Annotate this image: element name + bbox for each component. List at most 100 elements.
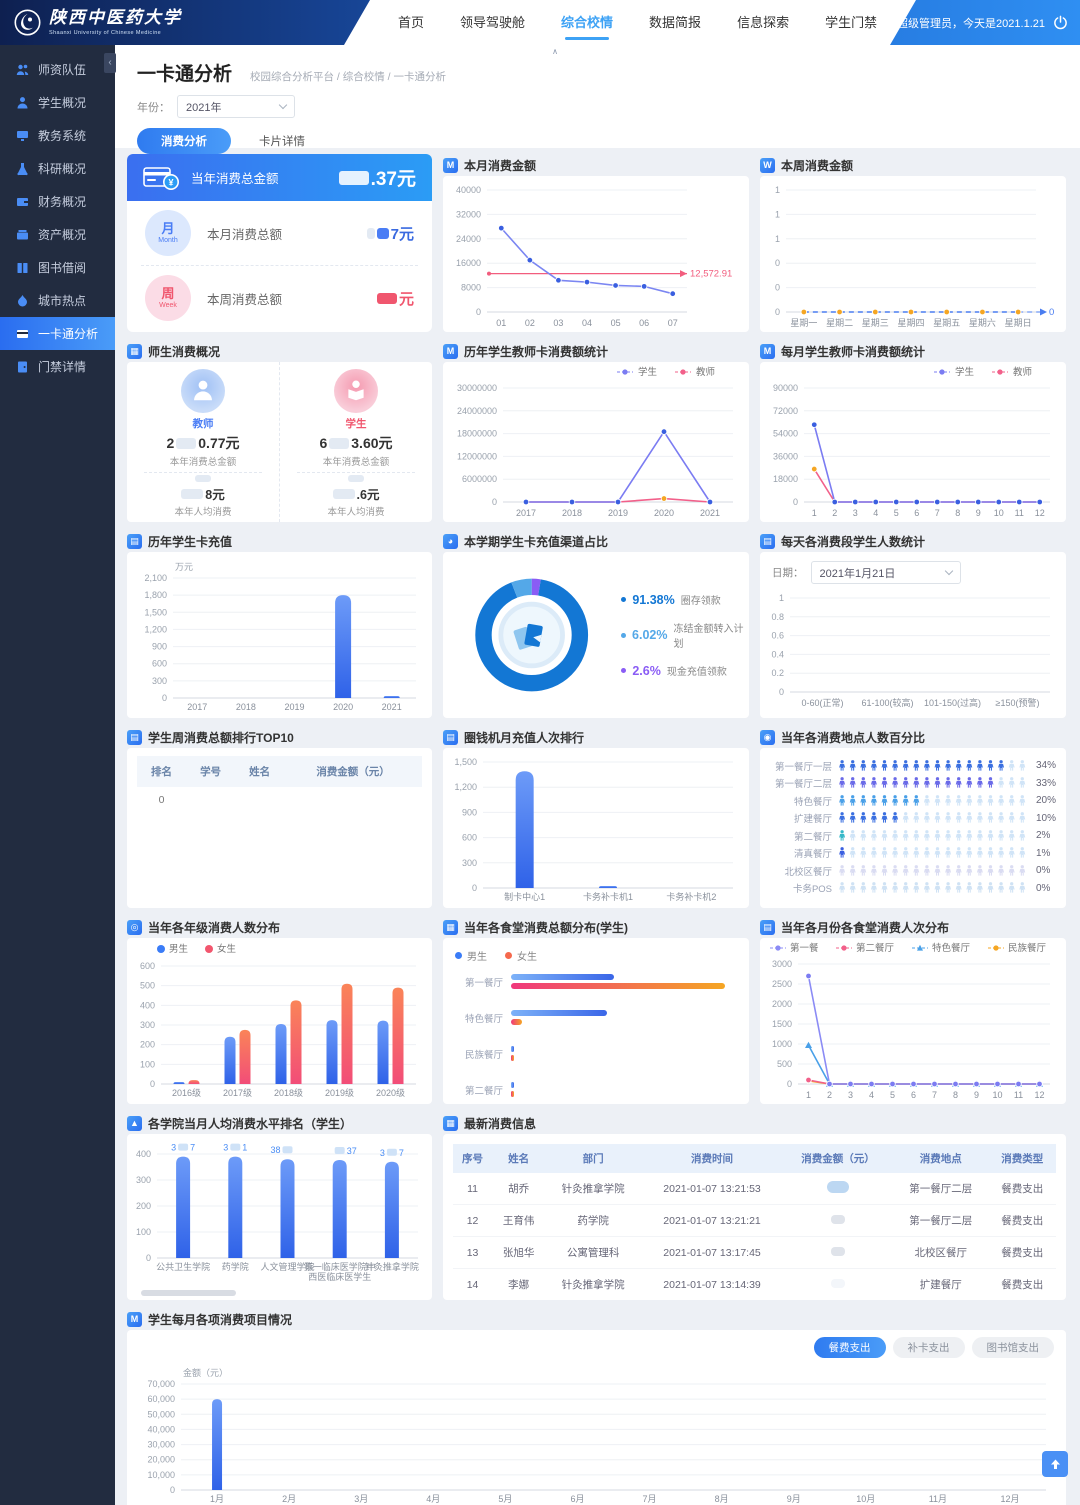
svg-text:50,000: 50,000 xyxy=(147,1409,175,1419)
svg-text:2020: 2020 xyxy=(654,508,674,518)
nav-item-领导驾驶舱[interactable]: 领导驾驶舱 xyxy=(460,0,525,45)
rank-icon: ▲ xyxy=(127,1116,142,1131)
month-total-label: 本月消费总额 xyxy=(207,224,367,243)
donut-legend: 91.38%圈存领款6.02%冻结金额转入计划2.6%现金充值领款 xyxy=(621,592,749,678)
college-ranking-bar-chart: 0100200300400公共卫生学院药学院人文管理学院第一临床医学院中西医临床… xyxy=(127,1134,432,1286)
sidebar-item-科研概况[interactable]: 科研概况 xyxy=(0,152,115,185)
svg-text:9月: 9月 xyxy=(787,1494,801,1504)
back-to-top-button[interactable] xyxy=(1042,1451,1068,1477)
svg-text:100: 100 xyxy=(136,1227,151,1237)
table-row: 0 xyxy=(137,787,422,813)
nav-item-学生门禁[interactable]: 学生门禁 xyxy=(825,0,877,45)
arrow-up-icon xyxy=(1049,1458,1062,1471)
svg-text:3: 3 xyxy=(848,1090,853,1100)
student-label: 学生 xyxy=(346,416,367,431)
weekly-top10-table: 排名学号姓名消费金额（元）0 xyxy=(127,748,432,813)
svg-text:1,800: 1,800 xyxy=(144,590,167,600)
sidebar-item-财务概况[interactable]: 财务概况 xyxy=(0,185,115,218)
widget-recharge-channels: ◕本学期学生卡充值渠道占比 91.38%圈存领款6.02%冻结金额转入计划2.6… xyxy=(443,530,749,718)
sidebar-item-城市热点[interactable]: 城市热点 xyxy=(0,284,115,317)
svg-text:1,200: 1,200 xyxy=(454,782,477,792)
year-select[interactable]: 2021年 xyxy=(177,95,295,118)
people-icon: ◉ xyxy=(760,730,775,745)
week-total-label: 本周消费总额 xyxy=(207,289,377,308)
yearly-recharge-bar-chart: 03006009001,2001,5001,8002,100万元20172018… xyxy=(127,552,432,718)
sidebar-item-教务系统[interactable]: 教务系统 xyxy=(0,119,115,152)
svg-text:≥150(预警): ≥150(预警) xyxy=(996,697,1040,708)
svg-text:10: 10 xyxy=(992,1090,1002,1100)
svg-text:10,000: 10,000 xyxy=(147,1470,175,1480)
date-select[interactable]: 2021年1月21日 xyxy=(811,561,961,584)
svg-text:0: 0 xyxy=(476,307,481,317)
svg-text:6: 6 xyxy=(914,508,919,518)
card-icon: ▤ xyxy=(443,730,458,745)
nav-item-首页[interactable]: 首页 xyxy=(398,0,424,45)
sidebar-item-一卡通分析[interactable]: 一卡通分析 xyxy=(0,317,115,350)
logout-power-icon[interactable] xyxy=(1053,15,1068,30)
calendar-m-icon: M xyxy=(760,344,775,359)
widget-monthly-expense: M学生每月各项消费项目情况 餐费支出补卡支出图书馆支出 010,00020,00… xyxy=(127,1308,1066,1505)
svg-text:38: 38 xyxy=(270,1145,280,1155)
svg-text:金额（元）: 金额（元） xyxy=(183,1367,228,1378)
grade-distribution-bar-chart: 01002003004005006002016级2017级2018级2019级2… xyxy=(127,938,432,1104)
date-label: 日期： xyxy=(772,565,804,580)
sidebar-item-label: 资产概况 xyxy=(38,226,86,243)
table-header: 消费金额（元） xyxy=(783,1144,893,1173)
teacher-label: 教师 xyxy=(193,416,214,431)
sidebar-item-学生概况[interactable]: 学生概况 xyxy=(0,86,115,119)
calendar-m-icon: M xyxy=(127,1312,142,1327)
sidebar-item-图书借阅[interactable]: 图书借阅 xyxy=(0,251,115,284)
svg-text:600: 600 xyxy=(462,833,477,843)
week-total-row: 周Week 本周消费总额 元 xyxy=(127,266,432,330)
svg-text:6月: 6月 xyxy=(570,1494,584,1504)
sidebar-item-资产概况[interactable]: 资产概况 xyxy=(0,218,115,251)
table-header: 序号 xyxy=(453,1144,492,1173)
expense-button-图书馆支出[interactable]: 图书馆支出 xyxy=(972,1337,1055,1358)
svg-text:2017: 2017 xyxy=(187,702,207,712)
university-brand[interactable]: 陕西中医药大学 Shaanxi University of Chinese Me… xyxy=(14,0,182,45)
expense-button-补卡支出[interactable]: 补卡支出 xyxy=(893,1337,965,1358)
svg-text:02: 02 xyxy=(525,318,535,328)
tab-消费分析[interactable]: 消费分析 xyxy=(137,128,231,154)
svg-text:200: 200 xyxy=(140,1040,155,1050)
svg-text:1: 1 xyxy=(806,1090,811,1100)
svg-text:卡务补卡机1: 卡务补卡机1 xyxy=(583,891,633,902)
nav-item-综合校情[interactable]: 综合校情 xyxy=(561,0,613,45)
nav-item-数据简报[interactable]: 数据简报 xyxy=(649,0,701,45)
svg-text:2020级: 2020级 xyxy=(376,1087,405,1098)
svg-text:2021: 2021 xyxy=(700,508,720,518)
chevron-down-icon xyxy=(944,567,952,575)
tab-卡片详情[interactable]: 卡片详情 xyxy=(235,128,329,154)
svg-text:2019: 2019 xyxy=(284,702,304,712)
sidebar-item-师资队伍[interactable]: 师资队伍 xyxy=(0,53,115,86)
svg-text:40,000: 40,000 xyxy=(147,1424,175,1434)
svg-text:1: 1 xyxy=(775,234,780,244)
svg-text:星期四: 星期四 xyxy=(897,318,924,328)
svg-text:12000000: 12000000 xyxy=(457,451,497,461)
svg-text:2021: 2021 xyxy=(382,702,402,712)
widget-monthly-canteen: ▤当年各月份各食堂消费人次分布 050010001500200025003000… xyxy=(760,916,1066,1104)
table-header: 消费类型 xyxy=(989,1144,1056,1173)
sidebar-item-门禁详情[interactable]: 门禁详情 xyxy=(0,350,115,383)
sidebar-collapse-button[interactable]: ‹ xyxy=(104,53,116,73)
widget-title: 历年学生卡充值 xyxy=(148,533,232,550)
svg-text:星期日: 星期日 xyxy=(1005,318,1032,328)
svg-text:5: 5 xyxy=(894,508,899,518)
page-header: 一卡通分析 校园综合分析平台 / 综合校情 / 一卡通分析 年份： 2021年 … xyxy=(115,45,1080,148)
svg-text:星期六: 星期六 xyxy=(969,317,996,328)
target-icon: ◎ xyxy=(127,920,142,935)
nav-item-信息探索[interactable]: 信息探索 xyxy=(737,0,789,45)
svg-text:教师: 教师 xyxy=(1013,366,1032,378)
svg-text:900: 900 xyxy=(462,807,477,817)
widget-title: 最新消费信息 xyxy=(464,1115,536,1132)
widget-title: 师生消费概况 xyxy=(148,343,220,360)
chart-icon: ▦ xyxy=(127,344,142,359)
svg-text:24000: 24000 xyxy=(456,234,481,244)
svg-text:4: 4 xyxy=(869,1090,874,1100)
horizontal-scrollbar[interactable] xyxy=(141,1290,236,1296)
recharge-channels-donut: 91.38%圈存领款6.02%冻结金额转入计划2.6%现金充值领款 xyxy=(443,552,749,718)
expense-button-餐费支出[interactable]: 餐费支出 xyxy=(814,1337,886,1358)
pictograph-row: 卡务POS0% xyxy=(760,880,1066,898)
daily-ranges-chart: 00.20.40.60.810-60(正常)61-100(较高)101-150(… xyxy=(760,584,1066,712)
svg-text:11: 11 xyxy=(1015,508,1024,518)
